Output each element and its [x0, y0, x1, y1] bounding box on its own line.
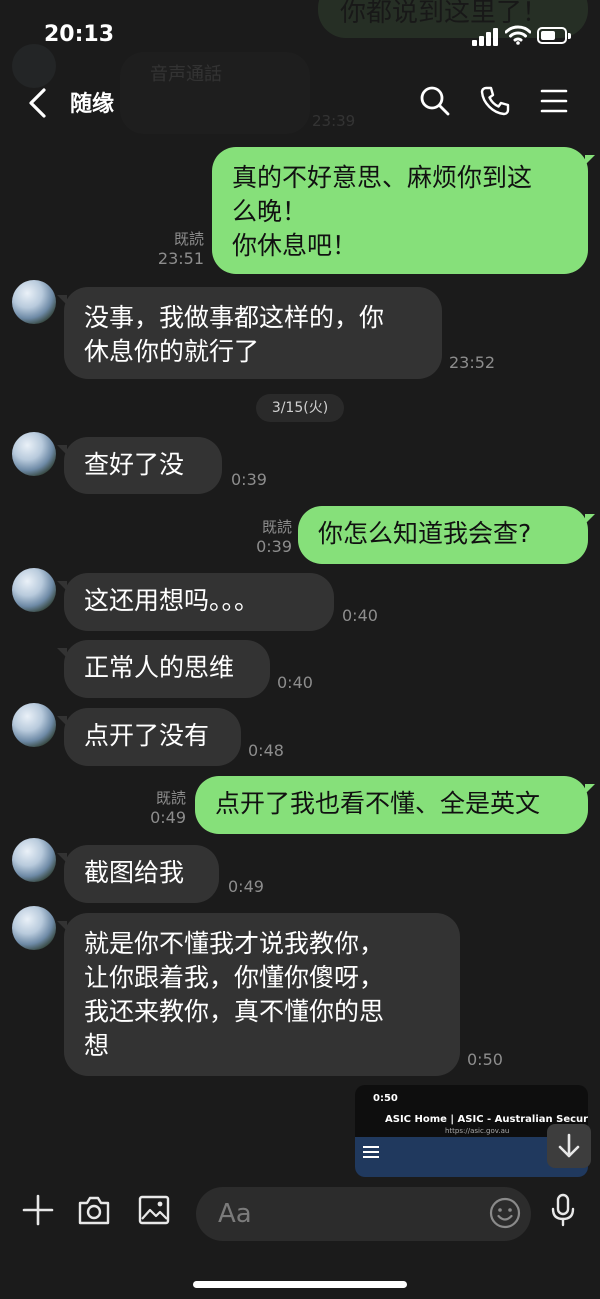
message-input[interactable] [196, 1187, 531, 1241]
scroll-to-bottom-button[interactable] [547, 1124, 591, 1168]
read-receipt: 既読 [155, 789, 186, 807]
chat-screen: 你都说到这里了！ 音声通話 23:39 20:13 随缘 既読 23:51 真的… [0, 0, 600, 1299]
thumbnail-time: 0:50 [373, 1093, 398, 1104]
chat-title[interactable]: 随缘 [70, 86, 114, 118]
incoming-message[interactable]: 正常人的思维 [57, 640, 270, 698]
signal-icon [472, 28, 500, 46]
microphone-icon[interactable] [545, 1192, 581, 1228]
message-time: 23:52 [449, 353, 496, 372]
message-meta: 既読 23:51 [150, 229, 204, 269]
hamburger-icon [363, 1143, 379, 1161]
incoming-message[interactable]: 点开了没有 [57, 708, 241, 766]
avatar[interactable] [12, 838, 56, 882]
avatar[interactable] [12, 568, 56, 612]
message-meta: 既読 0:49 [132, 788, 186, 828]
home-indicator [193, 1281, 407, 1288]
outgoing-message[interactable]: 点开了我也看不懂、全是英文 [195, 776, 595, 834]
menu-icon[interactable] [537, 84, 571, 118]
emoji-icon[interactable] [488, 1196, 522, 1230]
status-bar: 20:13 [0, 0, 600, 72]
chat-header: 随缘 [0, 72, 600, 134]
avatar[interactable] [12, 906, 56, 950]
search-icon[interactable] [418, 84, 452, 118]
read-receipt: 既読 [173, 230, 204, 248]
message-time: 0:39 [256, 537, 292, 556]
message-time: 0:49 [228, 877, 264, 896]
avatar[interactable] [12, 703, 56, 747]
incoming-message[interactable]: 没事，我做事都这样的，你 休息你的就行了 [57, 287, 442, 379]
plus-icon[interactable] [20, 1192, 56, 1228]
outgoing-message[interactable]: 真的不好意思、麻烦你到这 么晚！ 你休息吧！ [212, 147, 595, 274]
arrow-down-icon [558, 1133, 580, 1158]
incoming-message[interactable]: 这还用想吗。。。 [57, 573, 334, 631]
incoming-message[interactable]: 查好了没 [57, 437, 222, 494]
battery-icon [537, 27, 571, 44]
thumbnail-url: https://asic.gov.au [445, 1127, 510, 1135]
camera-icon[interactable] [76, 1192, 112, 1228]
message-time: 0:40 [277, 673, 313, 692]
avatar[interactable] [12, 280, 56, 324]
phone-icon[interactable] [478, 84, 512, 118]
incoming-message[interactable]: 截图给我 [57, 845, 219, 903]
read-receipt: 既読 [261, 518, 292, 536]
wifi-icon [505, 25, 531, 45]
message-time: 0:49 [150, 808, 186, 827]
message-time: 23:51 [157, 249, 204, 268]
input-bar [0, 1178, 600, 1299]
message-meta: 既読 0:39 [238, 517, 292, 557]
outgoing-message[interactable]: 你怎么知道我会查? [298, 506, 595, 564]
message-time: 0:48 [248, 741, 284, 760]
message-time: 0:39 [231, 470, 267, 489]
image-icon[interactable] [136, 1192, 172, 1228]
message-time: 0:40 [342, 606, 378, 625]
status-time: 20:13 [44, 22, 115, 47]
message-time: 0:50 [467, 1050, 503, 1069]
incoming-message[interactable]: 就是你不懂我才说我教你， 让你跟着我，你懂你傻呀， 我还来教你，真不懂你的思 想 [57, 913, 460, 1076]
back-icon[interactable] [24, 86, 52, 120]
date-separator: 3/15(火) [256, 394, 344, 422]
avatar[interactable] [12, 432, 56, 476]
